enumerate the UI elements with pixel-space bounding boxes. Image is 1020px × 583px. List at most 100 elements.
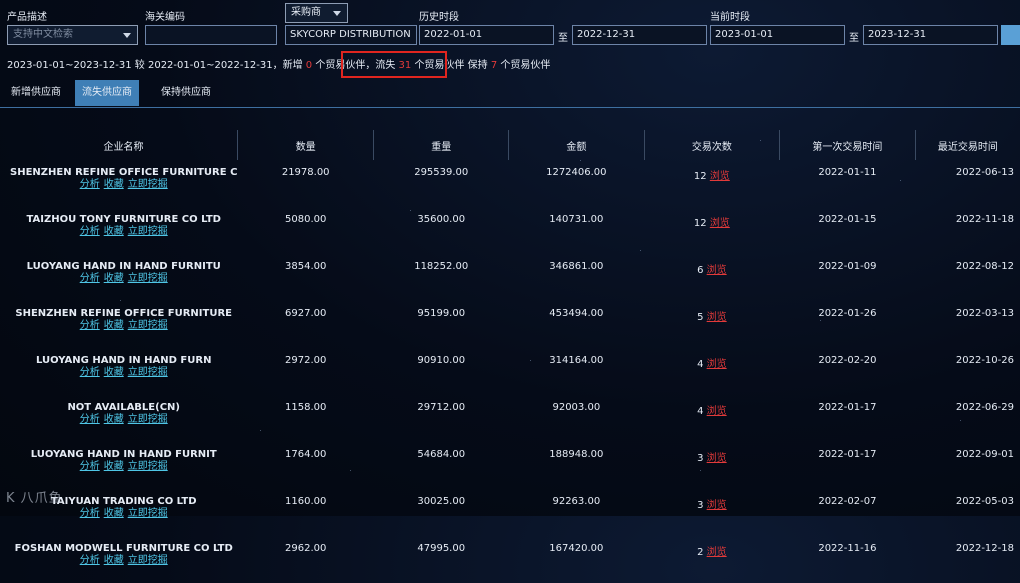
browse-link[interactable]: 浏览 — [710, 171, 730, 182]
table-row: SHENZHEN REFINE OFFICE FURNITURE C 分析 收藏 立即… — [10, 160, 1020, 207]
weight-cell: 95199.00 — [417, 308, 466, 319]
browse-link[interactable]: 浏览 — [707, 500, 727, 511]
trade-count: 12 — [693, 171, 707, 182]
last-trade-cell: 2022-03-13 — [955, 308, 1014, 319]
browse-link[interactable]: 浏览 — [710, 218, 730, 229]
trade-count-cell: 3 浏览 — [644, 489, 779, 536]
tab-lost-suppliers[interactable]: 流失供应商 — [75, 80, 139, 106]
analyze-link[interactable]: 分析 — [80, 508, 100, 519]
analyze-link[interactable]: 分析 — [80, 555, 100, 566]
weight-cell: 47995.00 — [417, 543, 466, 554]
trade-count-cell: 12 浏览 — [644, 207, 779, 254]
analyze-link[interactable]: 分析 — [80, 179, 100, 190]
company-cell: FOSHAN MODWELL FURNITURE CO LTD 分析 收藏 立即挖掘 — [10, 536, 237, 583]
last-trade-cell: 2022-08-12 — [955, 261, 1014, 272]
table-row: LUOYANG HAND IN HAND FURNITU 分析 收藏 立即挖掘 3854… — [10, 254, 1020, 301]
favorite-link[interactable]: 收藏 — [104, 367, 124, 378]
trade-count-cell: 4 浏览 — [644, 395, 779, 442]
history-end-date[interactable]: 2022-12-31 — [572, 25, 707, 45]
current-end-date[interactable]: 2023-12-31 — [863, 25, 998, 45]
keep-label: 保持 — [467, 60, 488, 71]
col-header-weight[interactable]: 重量 — [373, 130, 510, 160]
hs-code-input[interactable] — [145, 25, 277, 45]
first-trade-cell: 2022-02-20 — [818, 355, 877, 366]
col-header-company[interactable]: 企业名称 — [10, 130, 238, 160]
favorite-link[interactable]: 收藏 — [104, 273, 124, 284]
col-header-first-trade[interactable]: 第一次交易时间 — [779, 130, 916, 160]
analyze-link[interactable]: 分析 — [80, 414, 100, 425]
company-input[interactable]: SKYCORP DISTRIBUTION — [285, 25, 417, 45]
col-header-last-trade[interactable]: 最近交易时间 — [915, 130, 1020, 160]
last-trade-cell: 2022-10-26 — [955, 355, 1014, 366]
search-button[interactable] — [1001, 25, 1020, 45]
analyze-link[interactable]: 分析 — [80, 320, 100, 331]
amount-cell: 1272406.00 — [546, 167, 607, 178]
col-header-quantity[interactable]: 数量 — [237, 130, 375, 160]
trade-count: 5 — [697, 312, 704, 323]
supplier-tabs: 新增供应商 流失供应商 保持供应商 — [0, 80, 1020, 108]
analyze-link[interactable]: 分析 — [80, 461, 100, 472]
mine-now-link[interactable]: 立即挖掘 — [128, 555, 168, 566]
favorite-link[interactable]: 收藏 — [104, 461, 124, 472]
company-cell: SHENZHEN REFINE OFFICE FURNITURE 分析 收藏 立即挖掘 — [10, 301, 237, 348]
mine-now-link[interactable]: 立即挖掘 — [128, 226, 168, 237]
first-trade-cell: 2022-01-26 — [818, 308, 877, 319]
browse-link[interactable]: 浏览 — [707, 453, 727, 464]
trade-count: 12 — [693, 218, 707, 229]
quantity-cell: 5080.00 — [285, 214, 327, 225]
col-header-trade-count[interactable]: 交易次数 — [644, 130, 781, 160]
product-dropdown[interactable]: 支持中文检索 — [7, 25, 138, 45]
mine-now-link[interactable]: 立即挖掘 — [128, 320, 168, 331]
company-name: LUOYANG HAND IN HAND FURNITU — [26, 261, 221, 272]
analyze-link[interactable]: 分析 — [80, 226, 100, 237]
quantity-cell: 1160.00 — [285, 496, 327, 507]
browse-link[interactable]: 浏览 — [707, 406, 727, 417]
browse-link[interactable]: 浏览 — [707, 312, 727, 323]
company-name: LUOYANG HAND IN HAND FURNIT — [30, 449, 217, 460]
weight-cell: 90910.00 — [417, 355, 466, 366]
company-cell: LUOYANG HAND IN HAND FURNIT 分析 收藏 立即挖掘 — [10, 442, 237, 489]
trade-count-cell: 2 浏览 — [644, 536, 779, 583]
analyze-link[interactable]: 分析 — [80, 367, 100, 378]
favorite-link[interactable]: 收藏 — [104, 414, 124, 425]
company-cell: TAIZHOU TONY FURNITURE CO LTD 分析 收藏 立即挖掘 — [10, 207, 237, 254]
history-start-date[interactable]: 2022-01-01 — [419, 25, 554, 45]
role-select-value: 采购商 — [291, 7, 321, 18]
tab-kept-suppliers[interactable]: 保持供应商 — [154, 80, 218, 106]
browse-link[interactable]: 浏览 — [707, 265, 727, 276]
favorite-link[interactable]: 收藏 — [104, 320, 124, 331]
company-name: NOT AVAILABLE(CN) — [67, 402, 180, 413]
tab-new-suppliers[interactable]: 新增供应商 — [4, 80, 68, 106]
current-start-date[interactable]: 2023-01-01 — [710, 25, 845, 45]
quantity-cell: 2972.00 — [285, 355, 327, 366]
browse-link[interactable]: 浏览 — [707, 547, 727, 558]
role-select[interactable]: 采购商 — [285, 3, 348, 23]
quantity-cell: 3854.00 — [285, 261, 327, 272]
current-period-label: 当前时段 — [710, 12, 750, 23]
watermark: K 八爪鱼 — [6, 491, 63, 506]
last-trade-cell: 2022-05-03 — [955, 496, 1014, 507]
product-label: 产品描述 — [7, 12, 47, 23]
mine-now-link[interactable]: 立即挖掘 — [128, 508, 168, 519]
mine-now-link[interactable]: 立即挖掘 — [128, 179, 168, 190]
favorite-link[interactable]: 收藏 — [104, 555, 124, 566]
quantity-cell: 2962.00 — [285, 543, 327, 554]
favorite-link[interactable]: 收藏 — [104, 226, 124, 237]
favorite-link[interactable]: 收藏 — [104, 508, 124, 519]
analyze-link[interactable]: 分析 — [80, 273, 100, 284]
trade-count: 2 — [697, 547, 704, 558]
summary-line: 2023-01-01~2023-12-31 较 2022-01-01~2022-… — [7, 56, 550, 71]
mine-now-link[interactable]: 立即挖掘 — [128, 367, 168, 378]
mine-now-link[interactable]: 立即挖掘 — [128, 273, 168, 284]
mine-now-link[interactable]: 立即挖掘 — [128, 461, 168, 472]
trade-count-cell: 6 浏览 — [644, 254, 779, 301]
browse-link[interactable]: 浏览 — [707, 359, 727, 370]
company-name: FOSHAN MODWELL FURNITURE CO LTD — [14, 543, 233, 554]
company-name: TAIZHOU TONY FURNITURE CO LTD — [26, 214, 221, 225]
favorite-link[interactable]: 收藏 — [104, 179, 124, 190]
last-trade-cell: 2022-06-13 — [955, 167, 1014, 178]
col-header-amount[interactable]: 金额 — [508, 130, 645, 160]
mine-now-link[interactable]: 立即挖掘 — [128, 414, 168, 425]
first-trade-cell: 2022-01-09 — [818, 261, 877, 272]
table-row: NOT AVAILABLE(CN) 分析 收藏 立即挖掘 1158.00 29712.00… — [10, 395, 1020, 442]
